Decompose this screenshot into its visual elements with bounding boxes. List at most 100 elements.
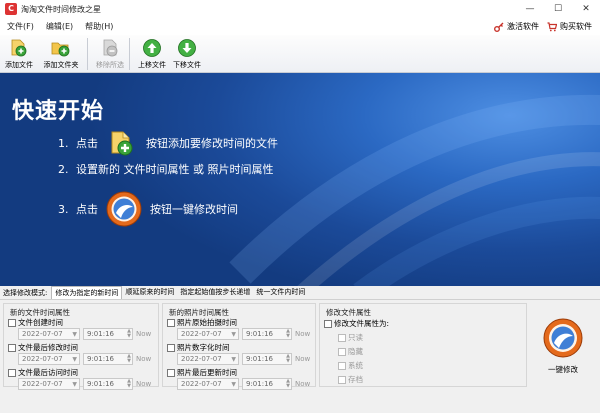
photo-taken-date-picker[interactable]: 2022-07-07 ▼ (177, 328, 239, 340)
spinner-icon: ▲ ▼ (286, 328, 290, 339)
quick-start-panel: 快速开始 1. 点击 按钮添加要修改时间的文件 2. 设置新的 文件时间属性 或… (0, 73, 600, 286)
file-accessed-label: 文件最后访问时间 (18, 368, 78, 377)
maximize-button[interactable]: ☐ (544, 0, 572, 18)
toolbar: 添加文件 添加文件夹 移除所选 上移文件 下移文件 (0, 35, 600, 73)
step-3-number: 3. (58, 202, 69, 216)
spinner-icon: ▲ ▼ (127, 328, 131, 339)
close-button[interactable]: ✕ (572, 0, 600, 18)
file-modified-checkbox[interactable] (8, 343, 16, 352)
photo-taken-now-button[interactable]: Now (295, 330, 310, 338)
chevron-down-icon: ▼ (231, 381, 236, 388)
activate-link[interactable]: 激活软件 (494, 21, 539, 32)
photo-updated-label: 照片最后更新时间 (177, 368, 237, 377)
file-created-option[interactable]: 文件创建时间 (8, 317, 63, 328)
photo-taken-fields: 2022-07-07 ▼ 9:01:16 ▲ ▼ Now (177, 328, 310, 340)
spinner-icon: ▲ ▼ (286, 353, 290, 364)
window-title: 淘淘文件时间修改之星 (21, 4, 101, 14)
photo-digitized-time: 9:01:16 (246, 355, 273, 363)
hidden-option[interactable]: 隐藏 (338, 346, 363, 357)
file-accessed-option[interactable]: 文件最后访问时间 (8, 367, 78, 378)
one-click-modify-icon (106, 191, 142, 227)
app-icon: C (5, 3, 17, 15)
file-created-time-input[interactable]: 9:01:16 ▲ ▼ (83, 328, 133, 340)
tab-unify-file-time[interactable]: 统一文件内时间 (253, 286, 308, 299)
modify-attributes-option[interactable]: 修改文件属性为: (324, 318, 389, 329)
chevron-down-icon: ▼ (72, 356, 77, 363)
file-created-fields: 2022-07-07 ▼ 9:01:16 ▲ ▼ Now (18, 328, 151, 340)
spinner-icon: ▲ ▼ (286, 378, 290, 389)
move-up-button[interactable]: 上移文件 (136, 35, 168, 73)
photo-taken-checkbox[interactable] (167, 318, 175, 327)
tab-set-new-time[interactable]: 修改为指定的新时间 (51, 286, 123, 299)
add-file-icon (111, 131, 133, 156)
step-1-prefix: 点击 (76, 137, 98, 150)
file-created-label: 文件创建时间 (18, 318, 63, 327)
system-option[interactable]: 系统 (338, 360, 363, 371)
menu-edit[interactable]: 编辑(E) (40, 21, 79, 32)
arrow-up-icon (143, 39, 161, 57)
buy-label: 购买软件 (560, 22, 592, 31)
window-controls: — ☐ ✕ (516, 0, 600, 18)
photo-updated-time: 9:01:16 (246, 380, 273, 388)
photo-updated-now-button[interactable]: Now (295, 380, 310, 388)
file-accessed-date-picker[interactable]: 2022-07-07 ▼ (18, 378, 80, 390)
menu-help[interactable]: 帮助(H) (79, 21, 119, 32)
activate-label: 激活软件 (507, 22, 539, 31)
step-2-number: 2. (58, 162, 69, 176)
menu-file[interactable]: 文件(F) (0, 21, 40, 32)
file-accessed-checkbox[interactable] (8, 368, 16, 377)
add-file-label: 添加文件 (5, 61, 33, 69)
file-created-date-picker[interactable]: 2022-07-07 ▼ (18, 328, 80, 340)
file-modified-date-picker[interactable]: 2022-07-07 ▼ (18, 353, 80, 365)
file-accessed-now-button[interactable]: Now (136, 380, 151, 388)
chevron-down-icon: ▼ (231, 331, 236, 338)
buy-link[interactable]: 购买软件 (547, 21, 592, 32)
photo-updated-option[interactable]: 照片最后更新时间 (167, 367, 237, 378)
modify-attributes-checkbox[interactable] (324, 319, 332, 328)
file-modified-now-button[interactable]: Now (136, 355, 151, 363)
photo-digitized-now-button[interactable]: Now (295, 355, 310, 363)
move-down-button[interactable]: 下移文件 (171, 35, 203, 73)
readonly-option[interactable]: 只读 (338, 332, 363, 343)
step-3: 3. 点击 按钮一键修改时间 (58, 191, 238, 227)
file-modified-fields: 2022-07-07 ▼ 9:01:16 ▲ ▼ Now (18, 353, 151, 365)
photo-digitized-time-input[interactable]: 9:01:16 ▲ ▼ (242, 353, 292, 365)
file-modified-time-input[interactable]: 9:01:16 ▲ ▼ (83, 353, 133, 365)
file-modified-option[interactable]: 文件最后修改时间 (8, 342, 78, 353)
photo-updated-checkbox[interactable] (167, 368, 175, 377)
remove-selected-button[interactable]: 移除所选 (94, 35, 126, 73)
add-folder-label: 添加文件夹 (43, 61, 79, 69)
photo-taken-time: 9:01:16 (246, 330, 273, 338)
key-icon (494, 22, 504, 32)
file-modified-label: 文件最后修改时间 (18, 343, 78, 352)
tab-incremental-time[interactable]: 指定起始值按步长递增 (177, 286, 253, 299)
photo-updated-date-picker[interactable]: 2022-07-07 ▼ (177, 378, 239, 390)
photo-digitized-option[interactable]: 照片数字化时间 (167, 342, 230, 353)
move-up-label: 上移文件 (138, 61, 166, 69)
photo-updated-time-input[interactable]: 9:01:16 ▲ ▼ (242, 378, 292, 390)
file-created-now-button[interactable]: Now (136, 330, 151, 338)
one-click-modify-button[interactable]: 一键修改 (538, 318, 588, 382)
tab-shift-time[interactable]: 顺延原来的时间 (122, 286, 177, 299)
file-created-checkbox[interactable] (8, 318, 16, 327)
system-checkbox[interactable] (338, 361, 346, 370)
file-attributes-group-title: 修改文件属性 (325, 307, 372, 318)
photo-digitized-date-picker[interactable]: 2022-07-07 ▼ (177, 353, 239, 365)
photo-taken-option[interactable]: 照片原始拍摄时间 (167, 317, 237, 328)
cart-icon (547, 21, 557, 31)
hidden-label: 隐藏 (348, 347, 363, 356)
archive-option[interactable]: 存档 (338, 374, 363, 385)
minimize-button[interactable]: — (516, 0, 544, 18)
archive-label: 存档 (348, 375, 363, 384)
readonly-checkbox[interactable] (338, 333, 346, 342)
photo-taken-time-input[interactable]: 9:01:16 ▲ ▼ (242, 328, 292, 340)
photo-digitized-checkbox[interactable] (167, 343, 175, 352)
add-file-button[interactable]: 添加文件 (3, 35, 35, 73)
modify-attributes-label: 修改文件属性为: (334, 319, 390, 328)
spinner-icon: ▲ ▼ (127, 378, 131, 389)
file-accessed-time-input[interactable]: 9:01:16 ▲ ▼ (83, 378, 133, 390)
archive-checkbox[interactable] (338, 375, 346, 384)
hidden-checkbox[interactable] (338, 347, 346, 356)
add-folder-button[interactable]: 添加文件夹 (38, 35, 84, 73)
step-1-suffix: 按钮添加要修改时间的文件 (146, 137, 278, 150)
